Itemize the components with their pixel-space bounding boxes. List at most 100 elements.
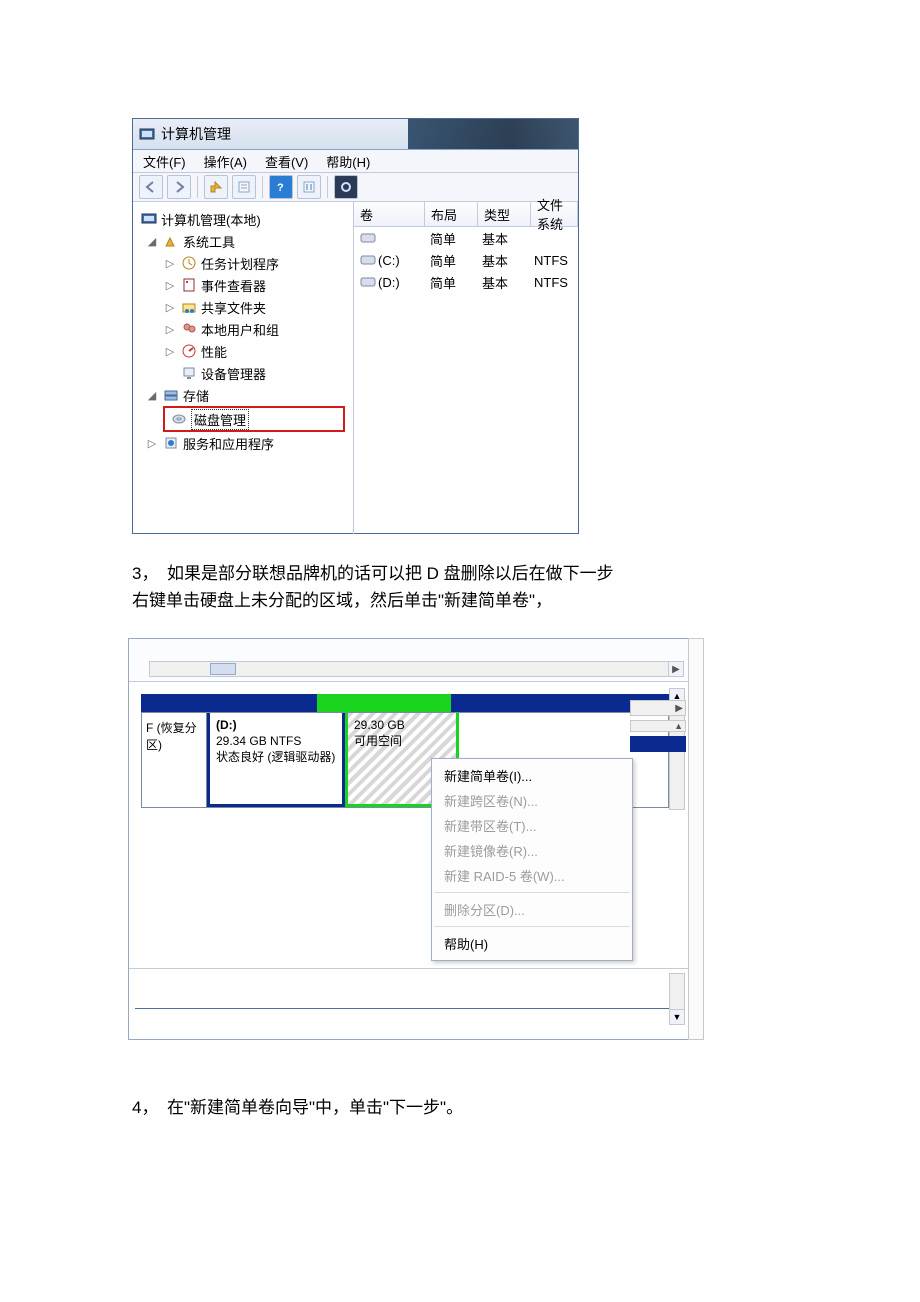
up-button[interactable]	[204, 175, 228, 199]
menu-new-mirror-volume: 新建镜像卷(R)...	[432, 838, 632, 863]
list-button[interactable]	[297, 175, 321, 199]
volume-row[interactable]: (D:) 简单 基本 NTFS	[354, 271, 578, 293]
cell-layout: 简单	[424, 229, 476, 248]
app-icon	[139, 126, 155, 142]
menu-new-raid5-volume: 新建 RAID-5 卷(W)...	[432, 863, 632, 888]
p3-line2: 右键单击硬盘上未分配的区域，然后单击"新建简单卷"，	[132, 587, 702, 614]
scroll-area: ▶	[129, 639, 689, 682]
horizontal-scrollbar[interactable]: ▶	[149, 661, 669, 677]
col-fs[interactable]: 文件系统	[531, 202, 578, 226]
col-layout[interactable]: 布局	[425, 202, 478, 226]
computer-icon	[141, 211, 157, 227]
outer-scroll-right-icon[interactable]: ▶	[630, 700, 686, 716]
volume-row[interactable]: (C:) 简单 基本 NTFS	[354, 249, 578, 271]
scroll-right-icon[interactable]: ▶	[668, 661, 684, 677]
col-type[interactable]: 类型	[478, 202, 531, 226]
tree-services[interactable]: ▷ 服务和应用程序	[133, 432, 353, 454]
tree-expand-icon[interactable]: ▷	[163, 301, 177, 314]
tree-storage[interactable]: ◢ 存储	[133, 384, 353, 406]
clock-icon	[181, 255, 197, 271]
storage-icon	[163, 387, 179, 403]
nav-back-button[interactable]	[139, 175, 163, 199]
tree-device-manager[interactable]: 设备管理器	[133, 362, 353, 384]
menu-delete-partition: 删除分区(D)...	[432, 897, 632, 922]
menu-view[interactable]: 查看(V)	[265, 152, 308, 171]
scroll-thumb[interactable]	[210, 663, 236, 675]
menu-help[interactable]: 帮助(H)	[432, 931, 632, 956]
event-icon	[181, 277, 197, 293]
menu-help[interactable]: 帮助(H)	[326, 152, 370, 171]
shared-folder-icon	[181, 299, 197, 315]
svg-text:?: ?	[277, 182, 284, 194]
services-icon	[163, 435, 179, 451]
d-drive-size: 29.34 GB NTFS	[216, 734, 301, 748]
nav-tree: 计算机管理(本地) ◢ 系统工具 ▷ 任务计划程序 ▷ 事件查看器	[133, 202, 354, 534]
menu-file[interactable]: 文件(F)	[143, 152, 186, 171]
tree-expand-icon[interactable]: ▷	[163, 279, 177, 292]
toolbar: ?	[133, 173, 578, 202]
outer-strip: ▶ ▲	[630, 700, 686, 730]
cell-fs: NTFS	[528, 253, 578, 268]
disk-recovery-column[interactable]: F (恢复分区)	[142, 713, 207, 807]
outer-vertical-scrollbar[interactable]	[688, 638, 704, 1040]
menu-new-spanned-volume: 新建跨区卷(N)...	[432, 788, 632, 813]
tree-disk-management[interactable]: 磁盘管理	[167, 408, 341, 430]
volume-icon	[360, 254, 376, 266]
refresh-button[interactable]	[334, 175, 358, 199]
cell-fs: NTFS	[528, 275, 578, 290]
users-icon	[181, 321, 197, 337]
volume-icon	[360, 276, 376, 288]
cell-layout: 简单	[424, 251, 476, 270]
tree-collapse-icon[interactable]: ◢	[145, 389, 159, 402]
tree-collapse-icon[interactable]: ◢	[145, 235, 159, 248]
tree-label: 事件查看器	[201, 276, 266, 295]
props-button[interactable]	[232, 175, 256, 199]
tree-label: 共享文件夹	[201, 298, 266, 317]
vertical-scrollbar[interactable]: ▼	[669, 973, 685, 1025]
performance-icon	[181, 343, 197, 359]
scroll-up-icon[interactable]: ▲	[674, 721, 683, 731]
tree-root[interactable]: 计算机管理(本地)	[133, 208, 353, 230]
recovery-label: F (恢复分区)	[146, 721, 197, 752]
tree-expand-icon[interactable]: ▷	[145, 437, 159, 450]
tree-system-tools[interactable]: ◢ 系统工具	[133, 230, 353, 252]
tree-expand-icon[interactable]: ▷	[163, 257, 177, 270]
volume-name: (C:)	[378, 253, 400, 268]
p3-line1: 3， 如果是部分联想品牌机的话可以把 D 盘删除以后在做下一步	[132, 560, 702, 587]
d-drive-label: (D:)	[216, 718, 237, 732]
tree-event-viewer[interactable]: ▷ 事件查看器	[133, 274, 353, 296]
tree-performance[interactable]: ▷ 性能	[133, 340, 353, 362]
help-button[interactable]: ?	[269, 175, 293, 199]
volume-list: 卷 布局 类型 文件系统 简单 基本	[354, 202, 578, 534]
col-volume[interactable]: 卷	[354, 202, 425, 226]
toolbar-separator	[197, 176, 198, 198]
tree-local-users[interactable]: ▷ 本地用户和组	[133, 318, 353, 340]
d-drive-state: 状态良好 (逻辑驱动器)	[216, 750, 335, 764]
menu-new-simple-volume[interactable]: 新建简单卷(I)...	[432, 763, 632, 788]
tree-label: 服务和应用程序	[183, 434, 274, 453]
toolbar-separator	[327, 176, 328, 198]
menu-action[interactable]: 操作(A)	[204, 152, 247, 171]
tree-disk-management-highlight: 磁盘管理	[163, 406, 345, 432]
step-3-text: 3， 如果是部分联想品牌机的话可以把 D 盘删除以后在做下一步 右键单击硬盘上未…	[132, 560, 702, 614]
tree-label: 计算机管理(本地)	[161, 210, 261, 229]
tree-label: 磁盘管理	[191, 409, 249, 430]
partition-d[interactable]: (D:) 29.34 GB NTFS 状态良好 (逻辑驱动器)	[207, 713, 345, 807]
scroll-down-icon[interactable]: ▼	[670, 1009, 684, 1024]
tree-task-scheduler[interactable]: ▷ 任务计划程序	[133, 252, 353, 274]
outer-blue-strip	[630, 736, 686, 752]
free-space-header-bar	[317, 694, 451, 712]
nav-forward-button[interactable]	[167, 175, 191, 199]
free-size: 29.30 GB	[354, 718, 405, 732]
volume-icon	[360, 232, 376, 244]
menu-separator	[434, 926, 630, 927]
toolbar-separator	[262, 176, 263, 198]
tree-expand-icon[interactable]: ▷	[163, 345, 177, 358]
window-titlebar[interactable]: 计算机管理	[133, 119, 578, 150]
tree-label: 性能	[201, 342, 227, 361]
tree-shared-folders[interactable]: ▷ 共享文件夹	[133, 296, 353, 318]
legend-line	[135, 1008, 683, 1011]
volume-header: 卷 布局 类型 文件系统	[354, 202, 578, 227]
cell-type: 基本	[476, 273, 528, 292]
tree-expand-icon[interactable]: ▷	[163, 323, 177, 336]
